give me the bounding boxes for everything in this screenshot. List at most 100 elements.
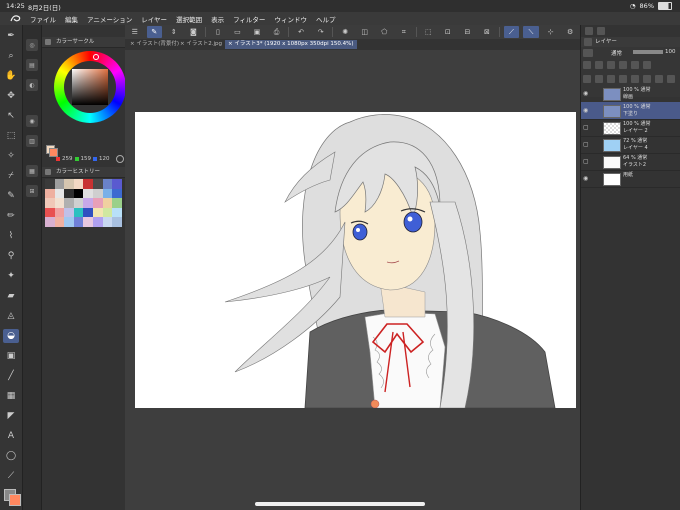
subtool-btn-6[interactable]: ▦ bbox=[26, 165, 38, 177]
history-swatch[interactable] bbox=[73, 179, 84, 189]
history-swatch[interactable] bbox=[64, 217, 74, 227]
gradient-icon[interactable]: ▣ bbox=[3, 349, 19, 363]
history-swatch[interactable] bbox=[45, 207, 55, 218]
history-swatch[interactable] bbox=[73, 198, 84, 208]
merge-down-icon[interactable] bbox=[631, 75, 639, 83]
undo-icon[interactable]: ↶ bbox=[293, 26, 309, 38]
menu-filter[interactable]: フィルター bbox=[233, 14, 265, 24]
menu-animation[interactable]: アニメーション bbox=[87, 14, 132, 24]
eye-icon[interactable]: ▢ bbox=[583, 141, 590, 148]
menu-list-icon[interactable]: ☰ bbox=[127, 26, 143, 38]
opacity-value[interactable]: 100 bbox=[665, 49, 676, 55]
sub-view-icon[interactable] bbox=[597, 27, 605, 35]
layer-row[interactable]: ◉ 100 % 通常 下塗り bbox=[581, 102, 680, 120]
subtool-btn-5[interactable]: ▥ bbox=[26, 135, 38, 147]
layer-menu-icon[interactable] bbox=[667, 75, 675, 83]
blend-mode-icon[interactable] bbox=[583, 49, 593, 57]
tab-illust-bg[interactable]: × イラスト(背景付) bbox=[127, 40, 182, 49]
clip-icon[interactable] bbox=[595, 61, 603, 69]
hand-icon[interactable]: ✋ bbox=[3, 69, 19, 83]
camera-icon[interactable]: ◙ bbox=[186, 26, 202, 38]
deselect-icon[interactable]: ⬚ bbox=[421, 26, 437, 38]
clear-icon[interactable]: ✺ bbox=[337, 26, 353, 38]
history-swatch[interactable] bbox=[92, 207, 103, 218]
navigator-icon[interactable] bbox=[585, 27, 593, 35]
history-swatch[interactable] bbox=[45, 217, 55, 227]
history-swatch[interactable] bbox=[83, 188, 93, 199]
layer-row[interactable]: ▢ 64 % 通常 イラスト2 bbox=[581, 153, 680, 171]
layer-row[interactable]: ▢ 72 % 通常 レイヤー 4 bbox=[581, 136, 680, 154]
history-swatch[interactable] bbox=[112, 188, 122, 199]
subtool-btn-3[interactable]: ◐ bbox=[26, 79, 38, 91]
history-swatch[interactable] bbox=[83, 207, 93, 218]
subtool-btn-4[interactable]: ◉ bbox=[26, 115, 38, 127]
layer-panel-header[interactable]: レイヤー bbox=[581, 37, 680, 47]
history-swatch[interactable] bbox=[102, 179, 113, 189]
history-swatch[interactable] bbox=[83, 217, 93, 227]
fill-icon[interactable]: ◒ bbox=[3, 329, 19, 343]
app-logo-icon[interactable] bbox=[10, 14, 22, 23]
select-icon[interactable]: ⬚ bbox=[3, 129, 19, 143]
history-swatch[interactable] bbox=[54, 188, 65, 199]
history-swatch[interactable] bbox=[73, 217, 84, 227]
balloon-icon[interactable]: ◯ bbox=[3, 449, 19, 463]
menu-file[interactable]: ファイル bbox=[30, 14, 56, 24]
text-icon[interactable]: A bbox=[3, 429, 19, 443]
menu-selection[interactable]: 選択範囲 bbox=[176, 14, 202, 24]
new-folder-icon[interactable] bbox=[607, 75, 615, 83]
snap-special-icon[interactable]: ⟍ bbox=[523, 26, 539, 38]
eyedropper-icon[interactable]: ⌿ bbox=[3, 169, 19, 183]
invert-selection-icon[interactable]: ⊟ bbox=[460, 26, 476, 38]
airbrush-icon[interactable]: ⚲ bbox=[3, 249, 19, 263]
magic-wand-icon[interactable]: ✧ bbox=[3, 149, 19, 163]
move-icon[interactable]: ✥ bbox=[3, 89, 19, 103]
snap-ruler-icon[interactable]: ⟋ bbox=[503, 26, 520, 38]
ruler-icon[interactable]: ◤ bbox=[3, 409, 19, 423]
history-swatch[interactable] bbox=[73, 207, 84, 218]
history-swatch[interactable] bbox=[64, 188, 74, 199]
pen-icon[interactable]: ✒ bbox=[3, 29, 19, 43]
pen-tool-icon[interactable]: ✎ bbox=[3, 189, 19, 203]
history-swatch[interactable] bbox=[83, 198, 93, 208]
export-icon[interactable]: ⎙ bbox=[269, 26, 285, 38]
select-all-icon[interactable]: ⊡ bbox=[440, 26, 456, 38]
history-swatch[interactable] bbox=[112, 179, 122, 189]
operation-icon[interactable]: ↖ bbox=[3, 109, 19, 123]
history-swatch[interactable] bbox=[45, 198, 55, 208]
settings-icon[interactable]: ⚙ bbox=[562, 26, 578, 38]
drawing-canvas[interactable] bbox=[135, 112, 576, 408]
main-sub-color[interactable] bbox=[4, 489, 21, 506]
fill-selection-icon[interactable]: ◫ bbox=[357, 26, 373, 38]
subtool-btn-7[interactable]: ⊞ bbox=[26, 185, 38, 197]
snap-grid-icon[interactable]: ⊹ bbox=[543, 26, 559, 38]
layer-row[interactable]: ◉ 100 % 通常 線画 bbox=[581, 85, 680, 103]
history-swatch[interactable] bbox=[64, 198, 74, 208]
new-file-icon[interactable]: ▯ bbox=[210, 26, 226, 38]
tab-illust3[interactable]: × イラスト3* (1920 x 1080px 350dpi 150.4%) bbox=[225, 40, 357, 49]
history-swatch[interactable] bbox=[112, 207, 122, 218]
menu-layer[interactable]: レイヤー bbox=[141, 14, 167, 24]
mini-color-swatches[interactable] bbox=[46, 145, 58, 157]
copy-layer-icon[interactable] bbox=[619, 75, 627, 83]
layer-row[interactable]: ▢ 100 % 通常 レイヤー 2 bbox=[581, 119, 680, 137]
layer-mask-icon[interactable] bbox=[643, 75, 651, 83]
figure-icon[interactable]: ╱ bbox=[3, 369, 19, 383]
selection-display-icon[interactable]: ⊠ bbox=[479, 26, 495, 38]
lock-icon[interactable] bbox=[631, 61, 639, 69]
brush-icon[interactable]: ⌇ bbox=[3, 229, 19, 243]
history-swatch[interactable] bbox=[54, 179, 65, 189]
opacity-slider[interactable] bbox=[633, 50, 663, 54]
history-swatch[interactable] bbox=[64, 179, 74, 189]
history-swatch[interactable] bbox=[92, 179, 103, 189]
history-swatch[interactable] bbox=[112, 217, 122, 227]
history-swatch[interactable] bbox=[102, 207, 113, 218]
open-file-icon[interactable]: ▭ bbox=[230, 26, 246, 38]
hue-cursor[interactable] bbox=[93, 54, 99, 60]
menu-window[interactable]: ウィンドウ bbox=[274, 14, 307, 24]
menu-view[interactable]: 表示 bbox=[211, 14, 224, 24]
mask-icon[interactable] bbox=[643, 61, 651, 69]
history-swatch[interactable] bbox=[45, 188, 55, 199]
home-indicator[interactable] bbox=[255, 502, 425, 506]
save-icon[interactable]: ▣ bbox=[249, 26, 265, 38]
decoration-icon[interactable]: ✦ bbox=[3, 269, 19, 283]
